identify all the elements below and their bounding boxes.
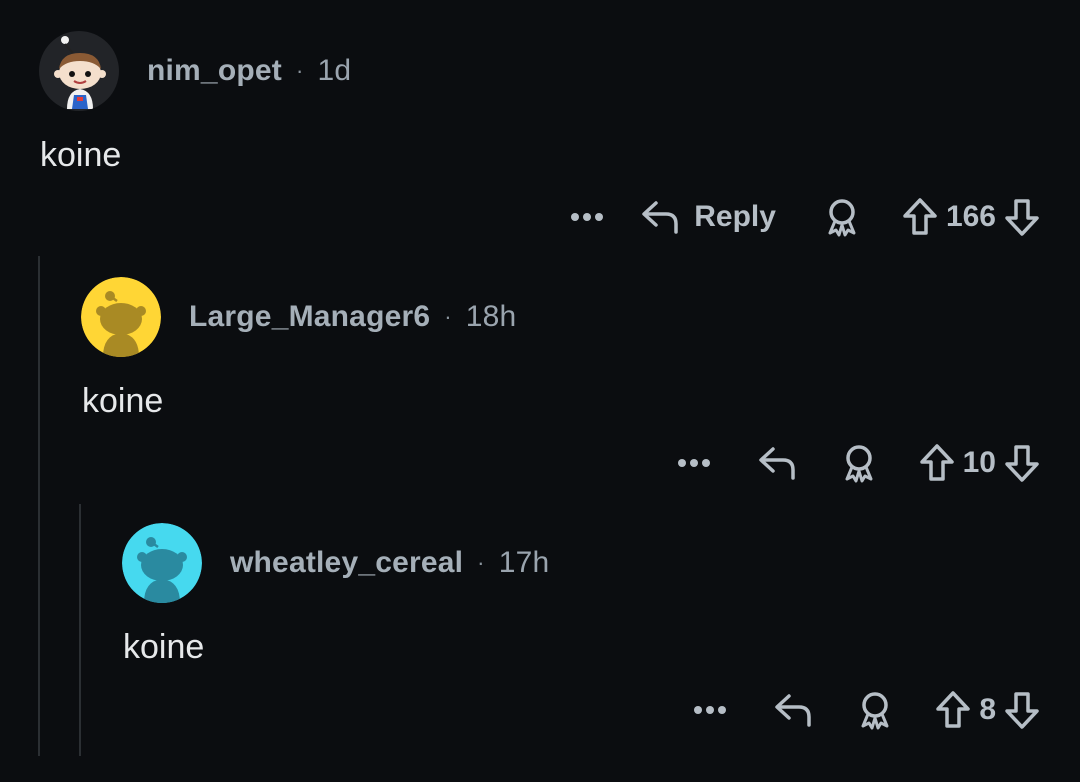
- comment-body: koine: [82, 382, 164, 420]
- downvote-button[interactable]: [1004, 443, 1040, 483]
- comment-age: 1d: [317, 54, 352, 87]
- vote-score: 10: [962, 446, 996, 479]
- comment-body: koine: [40, 136, 122, 174]
- downvote-arrow-icon: [1005, 199, 1039, 236]
- more-options-icon: [694, 706, 727, 714]
- comment-meta: wheatley_cereal · 17h: [230, 546, 549, 580]
- meta-separator: ·: [477, 550, 485, 575]
- thread-line-level-2[interactable]: [79, 504, 81, 756]
- meta-separator: ·: [295, 58, 304, 83]
- more-options-button[interactable]: [570, 212, 604, 222]
- comment-actions: 8: [693, 686, 1040, 734]
- comment-header: Large_Manager6 · 18h: [81, 277, 516, 357]
- award-icon: [828, 199, 856, 237]
- comment-body: koine: [123, 628, 205, 666]
- more-options-icon: [571, 213, 604, 221]
- more-options-button[interactable]: [677, 458, 711, 468]
- comment-meta: Large_Manager6 · 18h: [189, 300, 516, 334]
- comment-header: nim_opet · 1d: [39, 31, 351, 111]
- more-options-button[interactable]: [693, 705, 727, 715]
- snoo-custom-avatar-icon: [39, 31, 119, 111]
- reply-button[interactable]: [757, 445, 797, 481]
- upvote-button[interactable]: [902, 197, 938, 237]
- username[interactable]: Large_Manager6: [189, 300, 430, 334]
- upvote-arrow-icon: [919, 444, 954, 481]
- reply-button[interactable]: [773, 692, 813, 728]
- vote-score: 166: [945, 200, 996, 233]
- downvote-button[interactable]: [1004, 690, 1040, 730]
- reply-arrow-icon: [775, 694, 812, 727]
- meta-separator: ·: [444, 304, 452, 329]
- avatar[interactable]: [39, 31, 119, 111]
- reply-arrow-icon: [642, 201, 678, 234]
- more-options-icon: [677, 459, 710, 467]
- award-icon: [845, 445, 873, 483]
- reply-button[interactable]: Reply: [640, 199, 776, 235]
- downvote-arrow-icon: [1005, 692, 1039, 729]
- comment-age: 18h: [465, 300, 517, 333]
- award-button[interactable]: [857, 690, 893, 730]
- comment-header: wheatley_cereal · 17h: [122, 523, 549, 603]
- snoo-default-yellow-icon: [81, 277, 161, 357]
- reply-arrow-icon: [758, 447, 795, 480]
- upvote-button[interactable]: [919, 443, 955, 483]
- username[interactable]: nim_opet: [147, 54, 282, 88]
- snoo-default-cyan-icon: [122, 523, 202, 603]
- comment-actions: 10: [677, 439, 1040, 487]
- avatar[interactable]: [122, 523, 202, 603]
- downvote-button[interactable]: [1004, 197, 1040, 237]
- comment-meta: nim_opet · 1d: [147, 54, 351, 88]
- downvote-arrow-icon: [1005, 445, 1039, 482]
- upvote-button[interactable]: [935, 690, 971, 730]
- award-button[interactable]: [841, 443, 877, 483]
- comment-age: 17h: [498, 546, 550, 579]
- username[interactable]: wheatley_cereal: [230, 546, 463, 580]
- reply-label: Reply: [694, 200, 776, 233]
- upvote-arrow-icon: [936, 691, 971, 728]
- upvote-arrow-icon: [903, 198, 937, 235]
- vote-score: 8: [979, 693, 996, 726]
- award-button[interactable]: [824, 197, 860, 237]
- avatar[interactable]: [81, 277, 161, 357]
- comment-actions: Reply 166: [570, 193, 1040, 241]
- award-icon: [861, 692, 889, 730]
- thread-line-level-1[interactable]: [38, 256, 40, 756]
